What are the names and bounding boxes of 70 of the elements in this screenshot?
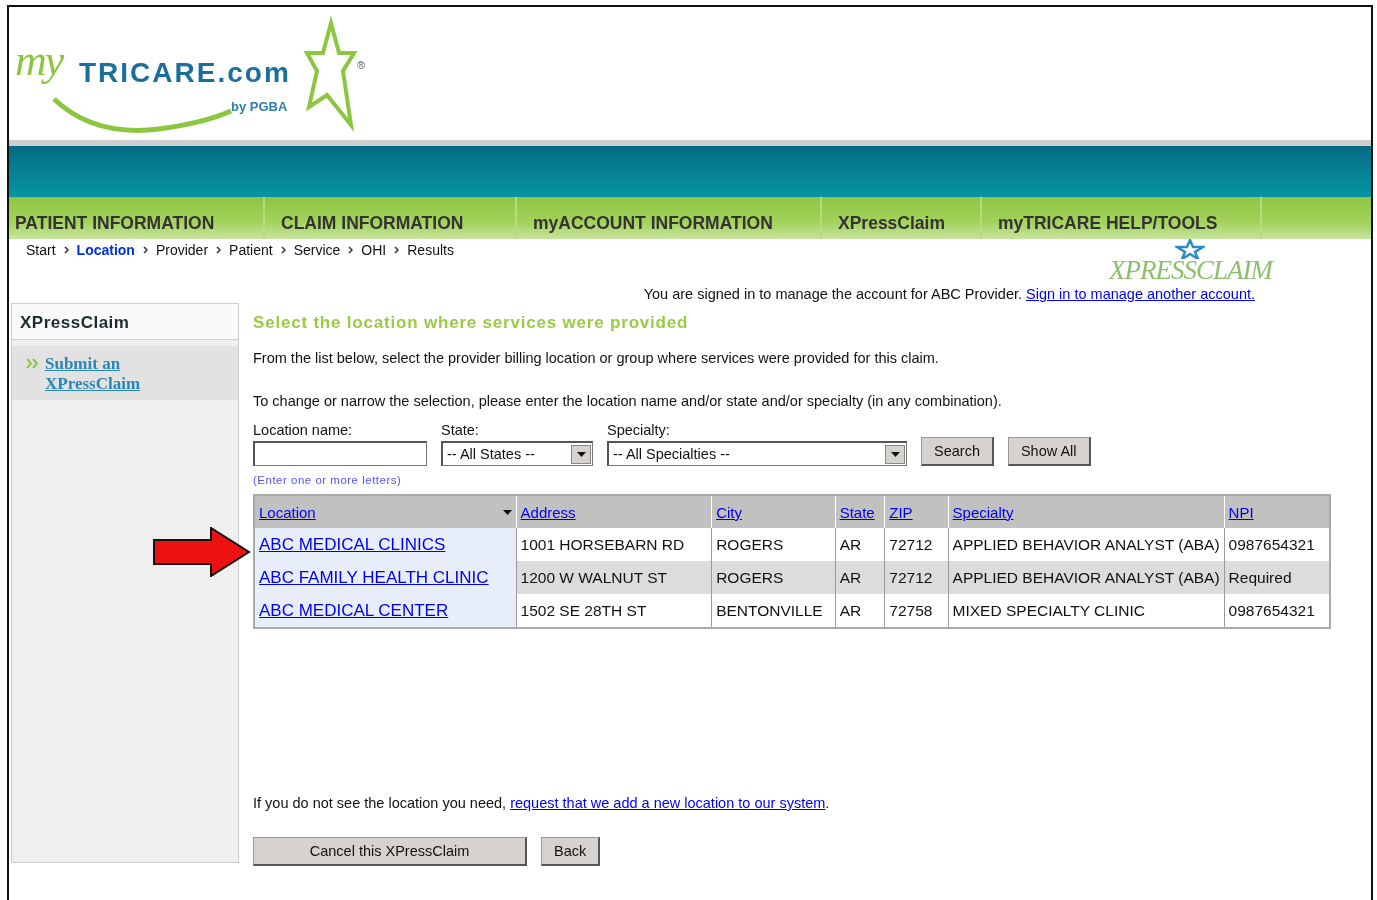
nav-tab[interactable]: myTRICARE HELP/TOOLS	[982, 197, 1262, 239]
chevron-icon	[280, 246, 286, 254]
table-cell: Required	[1228, 568, 1292, 586]
table-cell: 0987654321	[1228, 535, 1315, 553]
footer-note: If you do not see the location you need, request that we add a new location to our system.	[253, 795, 831, 811]
nav-tab[interactable]: CLAIM INFORMATION	[265, 197, 517, 239]
breadcrumb-item[interactable]: Service	[293, 242, 341, 258]
filter-button[interactable]: Search	[921, 437, 994, 466]
specialty-dropdown[interactable]: -- All Specialties --	[607, 441, 907, 466]
filter-button[interactable]: Show All	[1007, 437, 1091, 466]
state-dropdown[interactable]: -- All States --	[441, 441, 593, 466]
field-label: Location name:	[253, 422, 354, 438]
product-logo: XPRESSCLAIM	[1109, 258, 1272, 282]
chevron-icon	[348, 246, 354, 254]
field-label: State:	[441, 422, 480, 438]
registered-mark: ®	[357, 59, 366, 71]
column-sort-link[interactable]: ZIP	[889, 503, 913, 521]
table-cell: AR	[839, 568, 862, 586]
logo-tagline: by PGBA	[231, 99, 288, 114]
breadcrumb-item[interactable]: Results	[407, 242, 454, 258]
caret-icon	[890, 451, 900, 457]
chevron-icon	[63, 246, 69, 254]
table-cell: APPLIED BEHAVIOR ANALYST (ABA)	[952, 568, 1220, 586]
nav-tab[interactable]: XPressClaim	[822, 197, 982, 239]
nav-tab[interactable]: PATIENT INFORMATION	[9, 197, 265, 239]
breadcrumb-item[interactable]: Start	[26, 242, 56, 258]
star-icon	[1175, 239, 1205, 259]
logo-text: TRICARE.com	[79, 57, 291, 89]
action-button[interactable]: Back	[541, 837, 601, 866]
sidebar-title: XPressClaim	[12, 304, 238, 340]
column-sort-link[interactable]: State	[839, 503, 875, 521]
table-cell: AR	[839, 535, 862, 553]
breadcrumb-item[interactable]: Patient	[229, 242, 273, 258]
breadcrumb-item[interactable]: Provider	[155, 242, 209, 258]
signed-in-text: You are signed in to manage the account for ABC Provider. Sign in to manage another account.	[643, 286, 1255, 302]
nav-tab[interactable]: myACCOUNT INFORMATION	[517, 197, 822, 239]
instruction-text: To change or narrow the selection, please enter the location name and/or state and/or specialty (in any combination).	[253, 393, 1003, 409]
table-cell: 0987654321	[1228, 601, 1315, 619]
caret-icon	[576, 451, 586, 457]
column-sort-link[interactable]: NPI	[1228, 503, 1254, 521]
column-sort-link[interactable]: Specialty	[952, 503, 1014, 521]
action-button[interactable]: Cancel this XPressClaim	[253, 837, 527, 866]
breadcrumb-item[interactable]: Location	[76, 242, 135, 258]
table-cell: 1502 SE 28TH ST	[520, 601, 647, 619]
chevron-icon	[142, 246, 148, 254]
logo-script: my	[15, 35, 63, 86]
table-cell: 1001 HORSEBARN RD	[520, 535, 685, 553]
column-sort-link[interactable]: Address	[520, 503, 576, 521]
table-cell: 72712	[889, 535, 933, 553]
table-cell: APPLIED BEHAVIOR ANALYST (ABA)	[952, 535, 1220, 553]
table-cell: 72712	[889, 568, 933, 586]
column-sort-link[interactable]: Location	[259, 503, 316, 521]
chevron-icon	[216, 246, 222, 254]
table-cell: 1200 W WALNUT ST	[520, 568, 667, 586]
column-sort-link[interactable]: City	[716, 503, 742, 521]
page-heading: Select the location where services were provided	[253, 313, 690, 333]
double-chevron-icon	[26, 358, 39, 369]
table-cell: AR	[839, 601, 862, 619]
intro-text: From the list below, select the provider billing location or group where services were provided for this claim.	[253, 350, 940, 366]
account-link[interactable]: Sign in to manage another account.	[1026, 286, 1255, 302]
field-label: Specialty:	[607, 422, 671, 438]
table-cell: MIXED SPECIALTY CLINIC	[952, 601, 1145, 619]
location-name-field[interactable]	[253, 441, 427, 466]
table-cell: ROGERS	[716, 535, 784, 553]
breadcrumb-item[interactable]: OHI	[361, 242, 387, 258]
field-hint: (Enter one or more letters)	[253, 474, 403, 486]
chevron-icon	[394, 246, 400, 254]
table-cell: ROGERS	[716, 568, 784, 586]
table-cell: 72758	[889, 601, 933, 619]
table-cell: BENTONVILLE	[716, 601, 823, 619]
